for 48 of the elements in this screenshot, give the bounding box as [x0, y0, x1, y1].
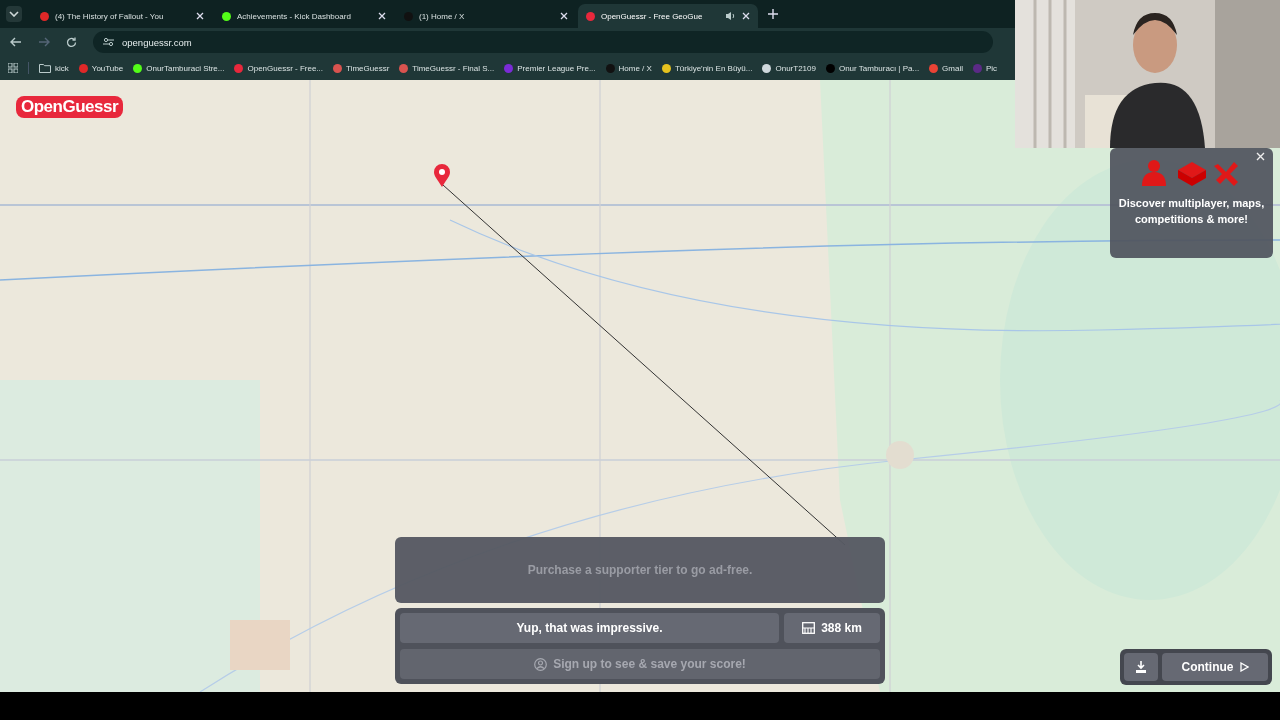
new-tab-icon[interactable]	[768, 9, 778, 19]
play-icon	[1239, 662, 1249, 672]
close-icon[interactable]	[196, 12, 204, 20]
location-pin-icon	[433, 164, 451, 188]
bookmark[interactable]: Gmail	[929, 63, 963, 73]
promo-card[interactable]: Discover multiplayer, maps, competitions & more!	[1110, 148, 1273, 258]
promo-text: Discover multiplayer, maps, competitions & more!	[1117, 196, 1266, 227]
bookmark[interactable]: OpenGuessr - Free...	[234, 63, 324, 73]
bookmark[interactable]: Pic	[973, 63, 998, 73]
browser-tab[interactable]: Achievements - Kick Dashboard	[214, 4, 394, 28]
site-settings-icon[interactable]	[103, 37, 114, 47]
continue-button[interactable]: Continue	[1162, 653, 1268, 681]
browser-tab[interactable]: (4) The History of Fallout - You	[32, 4, 212, 28]
close-icon[interactable]	[378, 12, 386, 20]
ad-notice: Purchase a supporter tier to go ad-free.	[395, 537, 885, 603]
tab-list-button[interactable]	[6, 6, 22, 22]
close-icon[interactable]	[1256, 152, 1265, 161]
reload-icon[interactable]	[66, 36, 77, 48]
browser-tab[interactable]: (1) Home / X	[396, 4, 576, 28]
back-icon[interactable]	[10, 37, 22, 47]
close-icon[interactable]	[560, 12, 568, 20]
distance-readout: 388 km	[784, 613, 880, 643]
download-button[interactable]	[1124, 653, 1158, 681]
bookmark[interactable]: Onur Tamburacı | Pa...	[825, 63, 920, 73]
logo[interactable]: OpenGuessr	[16, 96, 124, 118]
download-icon	[1136, 661, 1146, 673]
bookmark[interactable]: TimeGuessr	[333, 63, 390, 73]
tab-title: OpenGuessr - Free GeoGue	[601, 11, 704, 21]
browser-tab[interactable]: OpenGuessr - Free GeoGue	[578, 4, 758, 28]
result-message: Yup, that was impressive.	[400, 613, 779, 643]
bookmark[interactable]: Home / X	[605, 63, 652, 73]
bookmark[interactable]: TimeGuessr - Final S...	[399, 63, 495, 73]
tab-title: (1) Home / X	[419, 11, 466, 21]
user-icon	[534, 657, 548, 671]
folder-icon	[39, 63, 51, 73]
close-icon[interactable]	[742, 12, 750, 20]
ruler-icon	[802, 622, 816, 634]
bookmark[interactable]: YouTube	[78, 63, 124, 73]
bookmark[interactable]: Türkiye'nin En Büyü...	[661, 63, 753, 73]
address-field[interactable]: openguessr.com	[93, 31, 993, 53]
bookmark[interactable]: OnurTamburaci Stre...	[133, 63, 225, 73]
tab-title: Achievements - Kick Dashboard	[237, 11, 352, 21]
bookmark[interactable]: OnurT2109	[762, 63, 816, 73]
apps-icon[interactable]	[8, 63, 18, 73]
bookmark[interactable]: Premier League Pre...	[504, 63, 596, 73]
bookmark[interactable]: kick	[39, 63, 69, 73]
chevron-down-icon	[9, 11, 19, 17]
tab-title: (4) The History of Fallout - You	[55, 11, 165, 21]
